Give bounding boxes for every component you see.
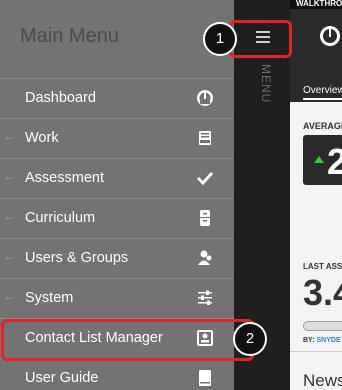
menu-item-label: Work xyxy=(25,130,59,146)
speedometer-icon xyxy=(320,26,340,46)
menu-item-assessment[interactable]: ← Assessment xyxy=(0,158,234,198)
speedometer-icon xyxy=(197,90,213,106)
average-label: AVERAGE xyxy=(303,121,342,131)
top-bar-title: WALKTHRO xyxy=(296,0,342,8)
menu-header: Main Menu xyxy=(0,0,234,78)
callout-highlight-2 xyxy=(1,319,254,361)
top-bar: WALKTHRO xyxy=(290,0,342,9)
menu-item-users-groups[interactable]: ← Users & Groups xyxy=(0,238,234,278)
menu-item-label: System xyxy=(25,290,74,306)
menu-item-label: Assessment xyxy=(25,170,104,186)
callout-highlight-1 xyxy=(229,20,292,58)
callout-badge-2: 2 xyxy=(233,322,267,356)
menu-item-system[interactable]: ← System xyxy=(0,278,234,318)
expand-arrow-icon: ← xyxy=(4,251,15,263)
trend-up-icon xyxy=(314,156,324,163)
divider xyxy=(290,351,342,352)
menu-item-label: Users & Groups xyxy=(25,250,129,266)
file-cabinet-icon xyxy=(200,210,210,226)
dashboard-content: WALKTHRO Overview AVERAGE 2 LAST ASS 3.4… xyxy=(290,0,342,390)
author-prefix: BY: xyxy=(303,337,315,344)
menu-title: Main Menu xyxy=(20,25,119,47)
checkmark-icon xyxy=(196,171,214,186)
news-heading: News xyxy=(303,371,342,390)
book-icon xyxy=(199,370,211,386)
author-line: BY: SNYDE xyxy=(303,337,341,344)
expand-arrow-icon: ← xyxy=(4,131,15,143)
average-card: 2 xyxy=(303,135,342,185)
sliders-icon xyxy=(198,290,212,305)
menu-item-label: Curriculum xyxy=(25,210,96,226)
tab-underline xyxy=(303,98,342,100)
expand-arrow-icon: ← xyxy=(4,291,15,303)
tab-overview[interactable]: Overview xyxy=(303,85,342,96)
progress-bar xyxy=(303,321,342,331)
average-value: 2 xyxy=(327,141,342,182)
content-tabs: Overview xyxy=(290,82,342,102)
expand-arrow-icon: ← xyxy=(4,211,15,223)
last-assessment-value: 3.4 xyxy=(303,272,342,313)
menu-item-work[interactable]: ← Work xyxy=(0,118,234,158)
menu-item-label: User Guide xyxy=(25,370,99,386)
callout-badge-1: 1 xyxy=(203,22,237,56)
inbox-tray-icon xyxy=(199,131,211,145)
expand-arrow-icon: ← xyxy=(4,171,15,183)
author-name[interactable]: SNYDE xyxy=(317,337,341,344)
menu-item-dashboard[interactable]: Dashboard xyxy=(0,78,234,118)
users-icon xyxy=(198,250,212,265)
menu-item-label: Dashboard xyxy=(25,90,96,106)
menu-tab-label: MENU xyxy=(259,64,273,104)
menu-item-user-guide[interactable]: User Guide xyxy=(0,358,234,390)
last-assessment-label: LAST ASS xyxy=(303,262,342,271)
menu-item-curriculum[interactable]: ← Curriculum xyxy=(0,198,234,238)
